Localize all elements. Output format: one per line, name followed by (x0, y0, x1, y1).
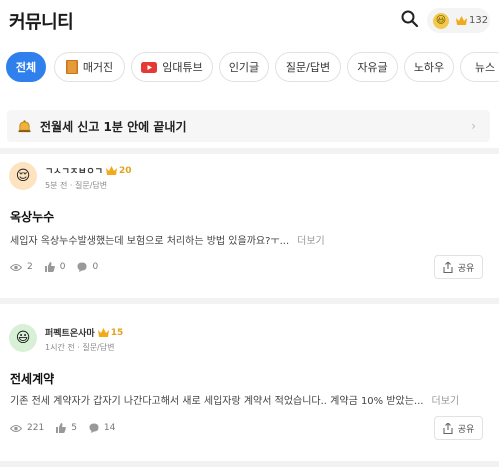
tab-label: 전체 (15, 61, 37, 74)
post-title: 옥상누수 (10, 210, 55, 224)
tab-imdaetube[interactable]: 임대튜브 (131, 52, 213, 82)
tab-popular[interactable]: 인기글 (219, 52, 269, 82)
view-stat: 2 (10, 262, 33, 272)
post-title: 전세계약 (10, 372, 55, 386)
share-button[interactable]: 공유 (434, 255, 483, 279)
page-title: 커뮤니티 (9, 12, 74, 33)
post-body-text: 기존 전세 계약자가 갑자기 나간다고해서 새로 세입자랑 계약서 적었습니다.… (10, 396, 424, 407)
more-link[interactable]: 더보기 (297, 236, 325, 247)
avatar: 😃 (433, 12, 449, 29)
tab-knowhow[interactable]: 노하우 (404, 52, 454, 82)
banner-text: 전월세 신고 1분 안에 끝내기 (40, 119, 187, 134)
post-meta: 5분 전 · 질문/답변 (45, 181, 108, 190)
post-stats: 221 5 14 (10, 423, 127, 433)
post-card[interactable]: 😃 퍼펙트온사마 15 1시간 전 · 질문/답변 전세계약 기존 전세 계약자… (0, 304, 499, 464)
tab-label: 노하우 (413, 61, 445, 74)
crown-icon (456, 16, 467, 25)
post-stats: 2 0 0 (10, 262, 110, 272)
magazine-icon (65, 60, 78, 74)
eye-icon (10, 263, 22, 271)
view-stat: 221 (10, 423, 44, 433)
view-count: 221 (27, 423, 45, 433)
share-icon (443, 422, 453, 434)
thumbs-up-icon (44, 262, 55, 272)
chevron-right-icon: › (471, 119, 476, 133)
app-header: 커뮤니티 😃 132 (0, 0, 499, 40)
eye-icon (10, 424, 22, 432)
post-body: 세입자 옥상누수발생했는데 보험으로 처리하는 방법 있을까요?ㅜ... 더보기 (10, 232, 325, 247)
author-name: 퍼펙트온사마 (45, 329, 95, 339)
share-label: 공유 (457, 263, 475, 274)
crown-icon (97, 328, 109, 337)
divider (0, 461, 499, 467)
report-banner[interactable]: 전월세 신고 1분 안에 끝내기 › (7, 110, 490, 142)
user-points: 132 (469, 15, 489, 26)
tab-all[interactable]: 전체 (6, 52, 46, 82)
tab-label: 임대튜브 (162, 61, 203, 74)
post-body: 기존 전세 계약자가 갑자기 나간다고해서 새로 세입자랑 계약서 적었습니다.… (10, 392, 459, 407)
like-count: 0 (59, 262, 66, 272)
more-link[interactable]: 더보기 (432, 396, 460, 407)
like-stat[interactable]: 0 (44, 262, 66, 272)
avatar: 😌 (9, 162, 37, 190)
bell-icon (18, 119, 31, 132)
comment-icon (89, 423, 99, 433)
tab-free[interactable]: 자유글 (347, 52, 398, 82)
author-row: 퍼펙트온사마 15 (45, 326, 124, 340)
comment-stat: 0 (77, 262, 98, 272)
like-count: 5 (71, 423, 77, 433)
share-label: 공유 (457, 424, 475, 435)
like-stat[interactable]: 5 (56, 423, 77, 433)
post-body-text: 세입자 옥상누수발생했는데 보험으로 처리하는 방법 있을까요?ㅜ... (10, 236, 290, 247)
youtube-icon (141, 61, 158, 73)
tab-news[interactable]: 뉴스 (460, 52, 499, 82)
thumbs-up-icon (56, 423, 67, 433)
tab-magazine[interactable]: 매거진 (54, 52, 125, 82)
tab-label: 뉴스 (474, 61, 496, 74)
search-icon[interactable] (400, 9, 420, 29)
user-points-chip[interactable]: 😃 132 (427, 8, 490, 33)
comment-count: 14 (103, 423, 116, 433)
author-level: 20 (118, 165, 132, 176)
tab-label: 질문/답변 (285, 61, 331, 74)
comment-stat: 14 (89, 423, 115, 433)
tab-label: 자유글 (357, 61, 388, 74)
post-meta: 1시간 전 · 질문/답변 (45, 343, 115, 352)
category-tabs: 전체 매거진 임대튜브 인기글 질문/답변 자유글 노하우 뉴스 (0, 52, 499, 84)
post-card[interactable]: 😌 ㄱㅅㄱㅈㅂㅇㄱ 20 5분 전 · 질문/답변 옥상누수 세입자 옥상누수발… (0, 154, 499, 300)
comment-icon (77, 262, 87, 272)
tab-qna[interactable]: 질문/답변 (275, 52, 341, 82)
share-icon (443, 261, 453, 273)
author-row: ㄱㅅㄱㅈㅂㅇㄱ 20 (45, 164, 132, 178)
crown-icon (105, 166, 117, 175)
share-button[interactable]: 공유 (434, 416, 483, 440)
author-level: 15 (110, 327, 124, 338)
comment-count: 0 (92, 262, 99, 272)
avatar: 😃 (9, 324, 37, 352)
author-name: ㄱㅅㄱㅈㅂㅇㄱ (45, 167, 103, 177)
view-count: 2 (27, 262, 33, 272)
tab-label: 매거진 (82, 61, 114, 74)
tab-label: 인기글 (228, 61, 260, 74)
